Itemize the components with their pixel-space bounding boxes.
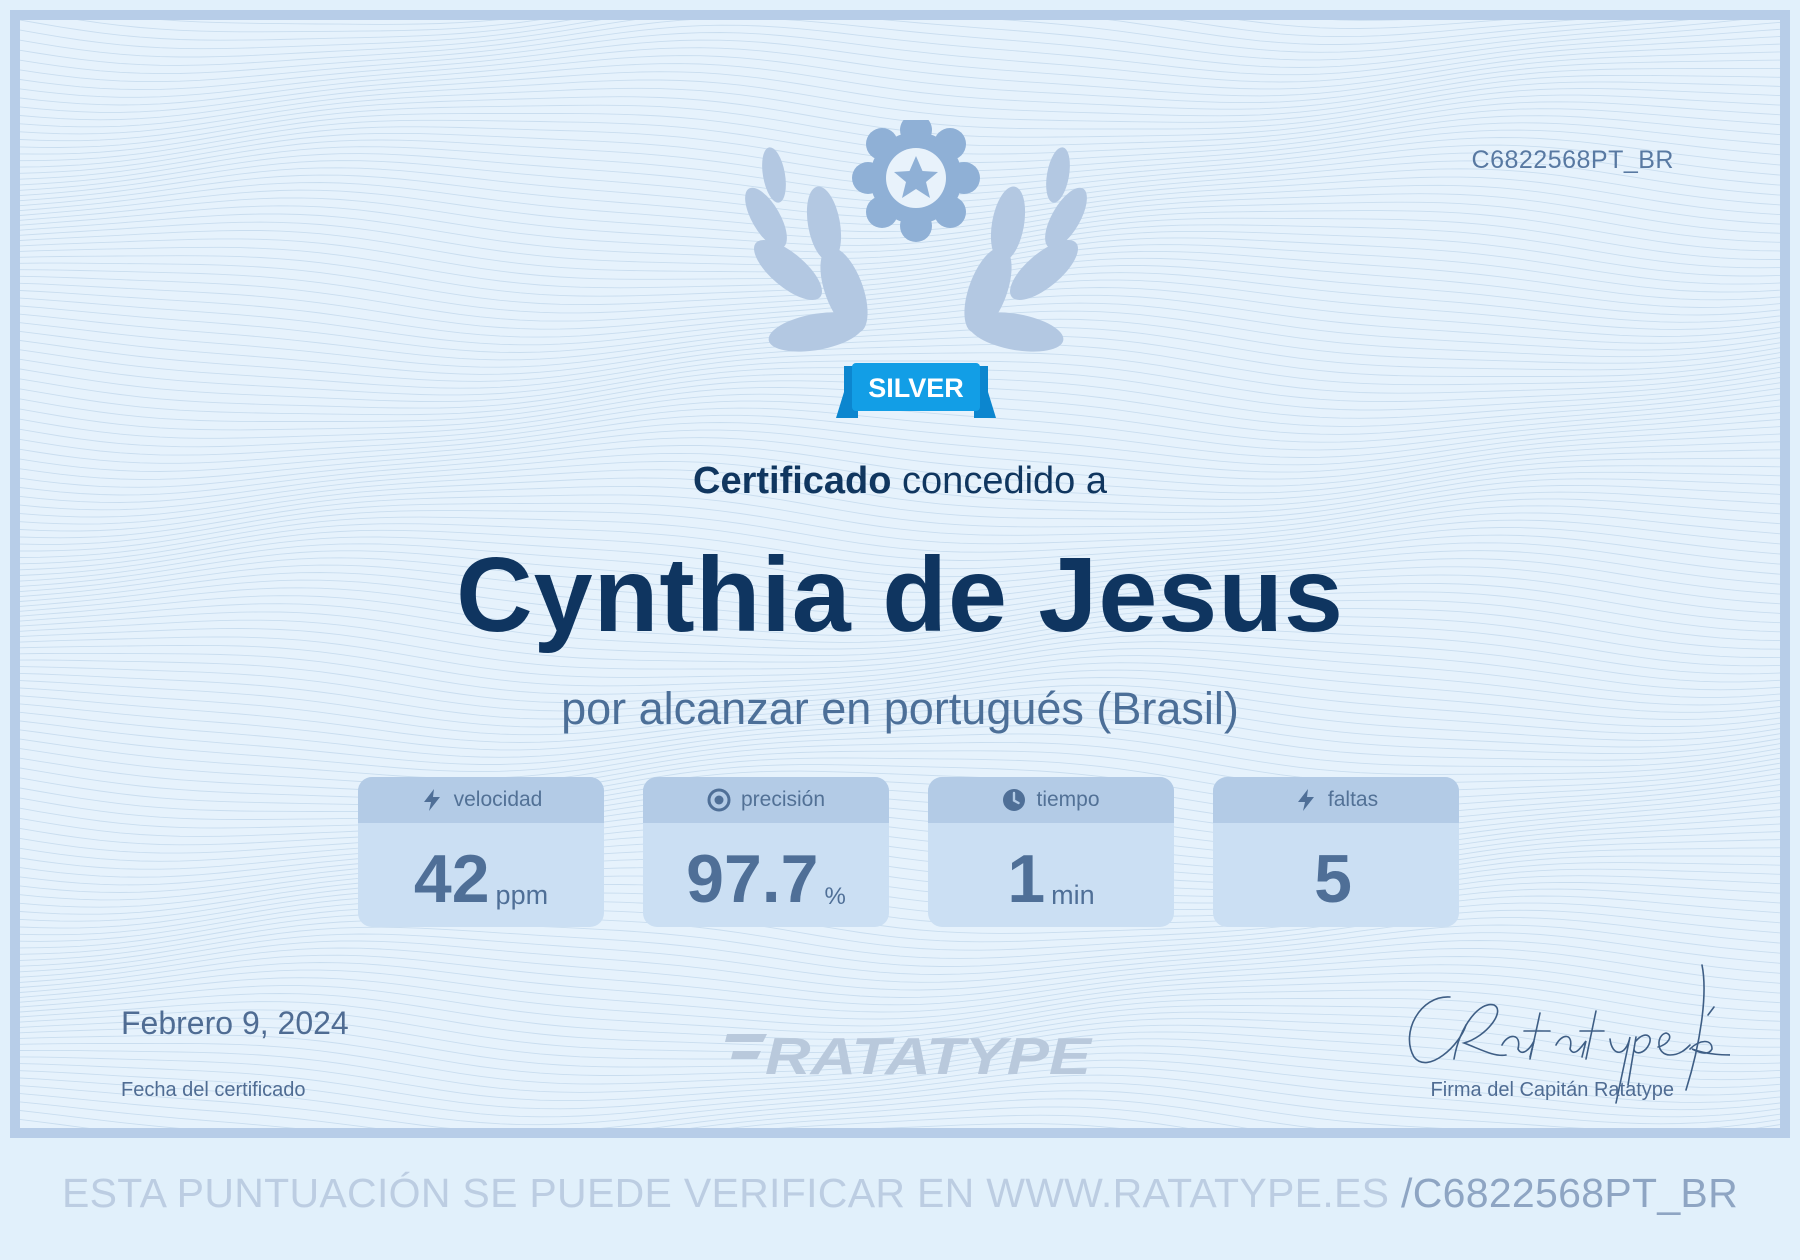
silver-laurel-emblem: SILVER xyxy=(745,120,1087,418)
stat-value: 42 xyxy=(413,841,490,917)
wave-line xyxy=(20,733,1780,779)
stat-card-time: tiempo 1 min xyxy=(928,777,1174,927)
stat-value: 5 xyxy=(1314,841,1352,917)
achievement-subtitle: por alcanzar en portugués (Brasil) xyxy=(561,683,1239,734)
stat-value: 1 xyxy=(1007,841,1046,917)
heading-rest: concedido a xyxy=(902,460,1107,502)
stat-value: 97.7 xyxy=(686,841,819,917)
verification-text: ESTA PUNTUACIÓN SE PUEDE VERIFICAR EN WW… xyxy=(62,1170,1390,1216)
clock-icon xyxy=(1003,789,1026,811)
stat-label: precisión xyxy=(740,788,826,811)
stat-unit: min xyxy=(1051,880,1095,910)
date-label: Fecha del certificado xyxy=(121,1079,306,1101)
stat-unit: % xyxy=(824,883,846,910)
certificate-id: C6822568PT_BR xyxy=(1471,146,1674,174)
certificate-heading: Certificado concedido a xyxy=(20,460,1780,503)
ratatype-logo: RATATYPE xyxy=(725,1028,1093,1086)
lightning-icon xyxy=(1297,789,1314,811)
stat-label: tiempo xyxy=(1036,788,1100,811)
stat-card-errors: faltas 5 xyxy=(1213,777,1459,927)
svg-text:RATATYPE: RATATYPE xyxy=(765,1028,1093,1086)
certificate-date: Febrero 9, 2024 xyxy=(121,1005,349,1041)
lightning-icon xyxy=(423,789,440,811)
stats-row: velocidad 42 ppm precisión 97.7 % tiempo… xyxy=(358,777,1488,929)
wave-line xyxy=(20,414,1780,466)
wave-line xyxy=(20,63,1780,113)
heading-bold: Certificado xyxy=(693,460,892,502)
target-icon xyxy=(707,788,731,812)
wave-line xyxy=(77,20,1577,38)
stat-unit: ppm xyxy=(495,880,549,910)
stat-label: velocidad xyxy=(453,788,543,811)
recipient-name: Cynthia de Jesus xyxy=(456,536,1344,654)
verification-line: ESTA PUNTUACIÓN SE PUEDE VERIFICAR EN WW… xyxy=(0,1170,1800,1217)
signature-label: Firma del Capitán Ratatype xyxy=(1430,1079,1674,1101)
stat-card-accuracy: precisión 97.7 % xyxy=(643,777,889,927)
stat-label: faltas xyxy=(1327,788,1379,811)
stat-card-speed: velocidad 42 ppm xyxy=(358,777,604,927)
badge-label: SILVER xyxy=(868,373,964,403)
certificate-card: C6822568PT_BR SILVER Certificado concedi… xyxy=(10,10,1790,1138)
verification-code: /C6822568PT_BR xyxy=(1401,1170,1738,1216)
